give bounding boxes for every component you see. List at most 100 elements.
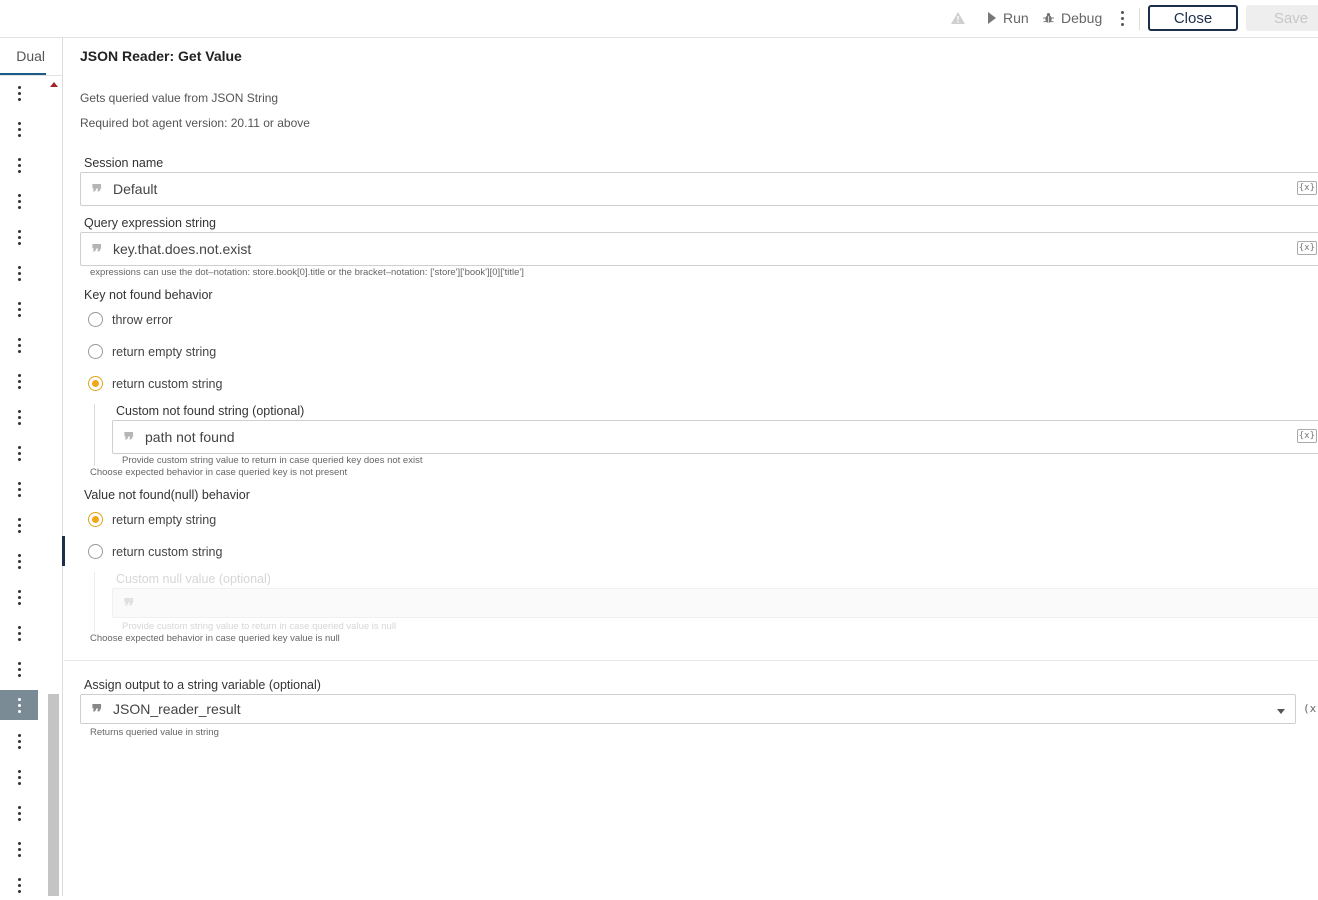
radio-button-selected[interactable] [88, 512, 103, 527]
output-label: Assign output to a string variable (opti… [84, 678, 321, 692]
indent-guide [94, 404, 95, 466]
kebab-icon [17, 157, 21, 173]
action-row-menu-button[interactable] [0, 114, 38, 144]
kebab-icon [17, 553, 21, 569]
string-quote-icon: ❞ [91, 700, 103, 724]
kebab-icon [17, 625, 21, 641]
custom-null-field: ❞ [112, 588, 1318, 618]
action-row-menu-button[interactable] [0, 78, 38, 108]
action-row-menu-button[interactable] [0, 726, 38, 756]
tab-dual[interactable]: Dual [0, 38, 46, 74]
kebab-icon [17, 229, 21, 245]
panel-title: JSON Reader: Get Value [80, 48, 242, 64]
kebab-icon [17, 445, 21, 461]
action-row-menu-button[interactable] [0, 330, 38, 360]
more-options-button[interactable] [1113, 0, 1131, 36]
scrollbar-thumb[interactable] [48, 694, 59, 896]
action-row-menu-button[interactable] [0, 402, 38, 432]
scroll-up-arrow-icon[interactable] [50, 82, 58, 87]
query-field[interactable]: ❞ key.that.does.not.exist {x} [80, 232, 1318, 266]
string-quote-icon: ❞ [91, 240, 103, 264]
left-panel: Dual [0, 38, 63, 900]
radio-button[interactable] [88, 344, 103, 359]
tab-divider [0, 75, 63, 76]
radio-null-return-empty-string[interactable]: return empty string [88, 512, 216, 527]
action-row-menu-button[interactable] [0, 294, 38, 324]
run-label: Run [1003, 10, 1029, 26]
output-hint: Returns queried value in string [90, 727, 219, 738]
indent-guide [94, 572, 95, 632]
kebab-icon [17, 877, 21, 893]
action-row-menu-button[interactable] [0, 474, 38, 504]
output-variable-value: JSON_reader_result [113, 701, 241, 717]
version-requirement: Required bot agent version: 20.11 or abo… [80, 116, 310, 130]
properties-panel: JSON Reader: Get Value Gets queried valu… [64, 38, 1318, 896]
kebab-icon [17, 85, 21, 101]
insert-variable-icon[interactable]: {x} [1296, 241, 1317, 255]
action-row-menu-button[interactable] [0, 186, 38, 216]
key-not-found-label: Key not found behavior [84, 288, 213, 302]
action-row-menu-button[interactable] [0, 222, 38, 252]
action-row-menu-button[interactable] [0, 654, 38, 684]
output-variable-select[interactable]: ❞ JSON_reader_result [80, 694, 1296, 724]
query-value: key.that.does.not.exist [113, 241, 252, 257]
value-not-found-label: Value not found(null) behavior [84, 488, 250, 502]
warning-icon[interactable] [951, 0, 965, 36]
radio-return-empty-string[interactable]: return empty string [88, 344, 216, 359]
run-button[interactable]: Run [988, 0, 1029, 36]
debug-button[interactable]: Debug [1043, 0, 1102, 36]
radio-button[interactable] [88, 544, 103, 559]
kebab-icon [17, 337, 21, 353]
string-quote-icon: ❞ [123, 428, 135, 452]
kebab-icon [17, 481, 21, 497]
save-button[interactable]: Save [1246, 5, 1318, 31]
session-name-label: Session name [84, 156, 164, 170]
action-row-menu-button[interactable] [0, 438, 38, 468]
radio-null-return-custom-string[interactable]: return custom string [88, 544, 222, 559]
action-row-menu-button[interactable] [0, 258, 38, 288]
debug-label: Debug [1061, 10, 1103, 26]
radio-label: return empty string [112, 512, 217, 527]
action-row-menu-button[interactable] [0, 546, 38, 576]
action-row-menu-button[interactable] [0, 510, 38, 540]
bug-icon [1043, 12, 1054, 23]
radio-button-selected[interactable] [88, 376, 103, 391]
custom-not-found-value: path not found [145, 429, 235, 445]
play-icon [988, 12, 996, 24]
action-row-menu-button[interactable] [0, 618, 38, 648]
custom-not-found-hint: Provide custom string value to return in… [122, 455, 423, 466]
action-row-menu-button[interactable] [0, 834, 38, 864]
output-variable-icon[interactable]: (x) [1303, 702, 1318, 715]
action-row-menu-button[interactable] [0, 762, 38, 792]
session-name-field[interactable]: ❞ Default {x} [80, 172, 1318, 206]
session-name-value: Default [113, 181, 158, 197]
kebab-icon [17, 265, 21, 281]
action-row-menu-button[interactable] [0, 366, 38, 396]
radio-button[interactable] [88, 312, 103, 327]
panel-description: Gets queried value from JSON String [80, 91, 279, 105]
action-row-menu-button[interactable] [0, 690, 38, 720]
string-quote-icon: ❞ [123, 594, 135, 618]
radio-throw-error[interactable]: throw error [88, 312, 172, 327]
chevron-down-icon[interactable] [1277, 709, 1285, 714]
kebab-icon [17, 121, 21, 137]
radio-label: return custom string [112, 376, 223, 391]
custom-not-found-field[interactable]: ❞ path not found {x} [112, 420, 1318, 454]
kebab-icon [17, 589, 21, 605]
radio-return-custom-string[interactable]: return custom string [88, 376, 222, 391]
top-toolbar: Run Debug Close Save [0, 0, 1318, 38]
radio-label: throw error [112, 312, 173, 327]
close-button[interactable]: Close [1148, 5, 1238, 31]
action-row-menu-button[interactable] [0, 798, 38, 828]
custom-null-label: Custom null value (optional) [116, 572, 271, 586]
query-label: Query expression string [84, 216, 217, 230]
kebab-icon [17, 769, 21, 785]
action-row-menu-button[interactable] [0, 582, 38, 612]
kebab-icon [17, 841, 21, 857]
radio-label: return custom string [112, 544, 223, 559]
action-row-menu-button[interactable] [0, 150, 38, 180]
kebab-icon [1120, 10, 1124, 26]
insert-variable-icon[interactable]: {x} [1296, 181, 1317, 195]
insert-variable-icon[interactable]: {x} [1296, 429, 1317, 443]
custom-not-found-label: Custom not found string (optional) [116, 404, 305, 418]
